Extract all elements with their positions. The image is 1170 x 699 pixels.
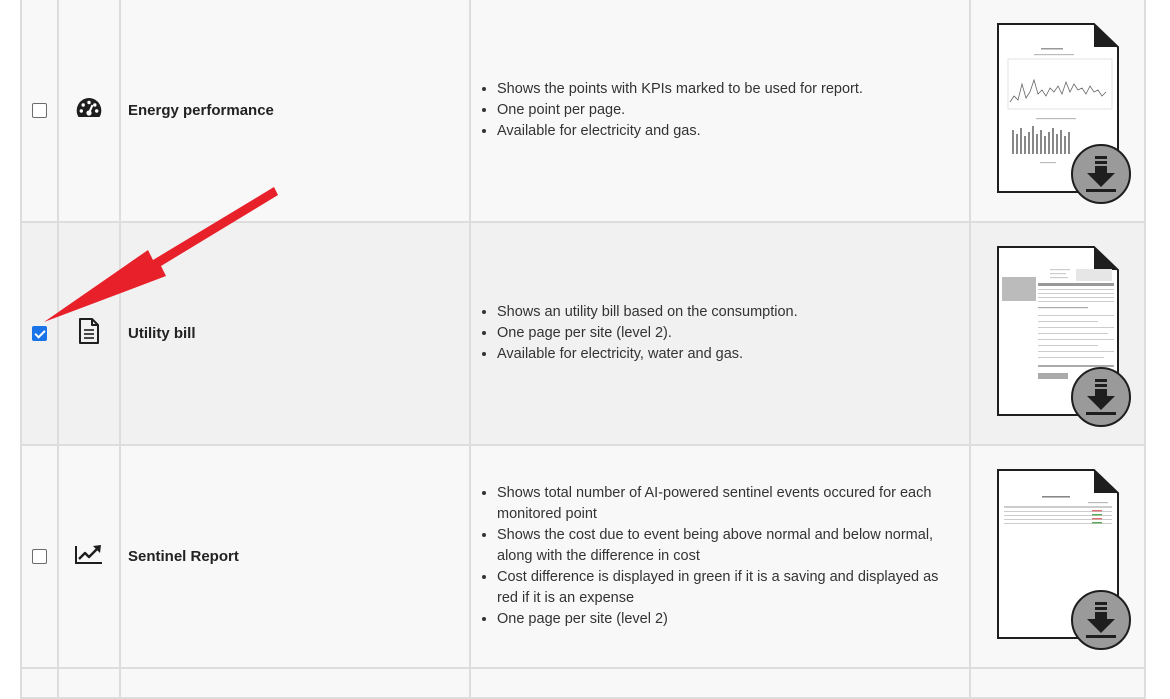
select-checkbox-energy-performance[interactable] [32, 102, 47, 118]
description-bullet: Cost difference is displayed in green if… [497, 567, 969, 609]
download-button-sentinel-report[interactable] [1070, 590, 1131, 650]
download-arrow-icon [1085, 602, 1116, 638]
select-checkbox-utility-bill[interactable] [32, 325, 47, 341]
report-preview-sentinel-report[interactable] [996, 468, 1131, 650]
description-bullet: Available for electricity and gas. [497, 121, 969, 142]
description-bullet: One page per site (level 2). [497, 323, 969, 344]
download-button-utility-bill[interactable] [1070, 367, 1131, 427]
report-description-utility-bill: Shows an utility bill based on the consu… [471, 302, 969, 365]
description-bullet: Shows total number of AI-powered sentine… [497, 483, 969, 525]
description-bullet: Shows the points with KPIs marked to be … [497, 79, 969, 100]
report-preview-utility-bill[interactable] [996, 245, 1131, 427]
description-bullet: Shows the cost due to event being above … [497, 525, 969, 567]
trending-up-icon [74, 545, 104, 570]
report-row-sentinel-report: Sentinel Report Shows total number of AI… [20, 444, 1146, 669]
report-row-utility-bill: Utility bill Shows an utility bill based… [20, 221, 1146, 446]
report-row-energy-performance: Energy performance Shows the points with… [20, 0, 1146, 223]
select-checkbox-sentinel-report[interactable] [32, 548, 47, 564]
report-description-sentinel-report: Shows total number of AI-powered sentine… [471, 483, 969, 630]
report-row-partial [20, 667, 1146, 699]
report-name-energy-performance: Energy performance [128, 101, 274, 119]
report-description-energy-performance: Shows the points with KPIs marked to be … [471, 79, 969, 142]
gauge-icon [75, 98, 103, 124]
download-button-energy-performance[interactable] [1070, 144, 1131, 204]
download-arrow-icon [1085, 379, 1116, 415]
document-icon [76, 318, 102, 349]
report-name-sentinel-report: Sentinel Report [128, 547, 239, 565]
report-preview-energy-performance[interactable] [996, 22, 1131, 204]
description-bullet: Shows an utility bill based on the consu… [497, 302, 969, 323]
report-name-utility-bill: Utility bill [128, 324, 196, 342]
download-arrow-icon [1085, 156, 1116, 192]
description-bullet: One page per site (level 2) [497, 609, 969, 630]
reports-table: Energy performance Shows the points with… [20, 0, 1146, 699]
description-bullet: One point per page. [497, 100, 969, 121]
description-bullet: Available for electricity, water and gas… [497, 344, 969, 365]
